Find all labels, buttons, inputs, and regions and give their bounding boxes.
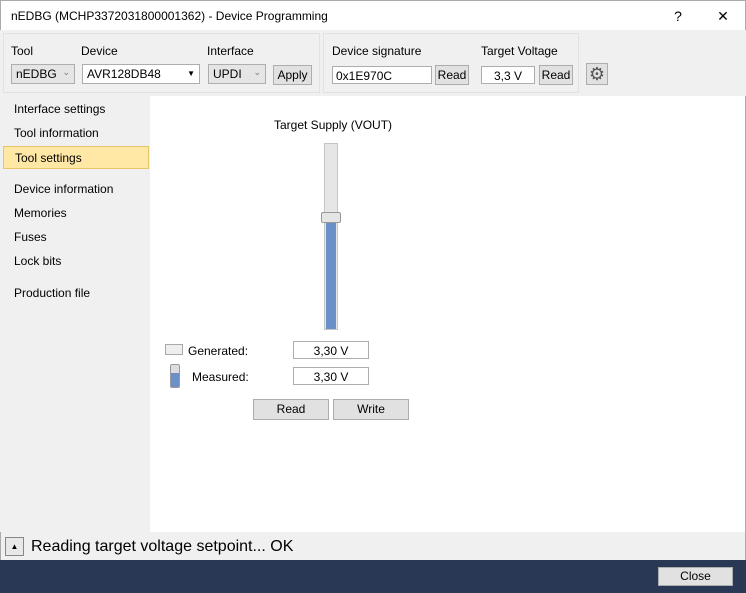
tool-select-value: nEDBG bbox=[16, 67, 57, 81]
gear-icon[interactable]: ⚙ bbox=[586, 63, 608, 85]
slider-fill bbox=[326, 223, 336, 329]
interface-select-value: UPDI bbox=[213, 67, 242, 81]
signature-field[interactable]: 0x1E970C bbox=[332, 66, 432, 84]
close-button[interactable]: Close bbox=[658, 567, 733, 586]
device-select[interactable]: AVR128DB48 ▼ bbox=[82, 64, 200, 84]
device-label: Device bbox=[81, 44, 118, 58]
close-window-button[interactable]: ✕ bbox=[708, 5, 738, 27]
generated-legend-swatch bbox=[165, 344, 183, 355]
apply-button[interactable]: Apply bbox=[273, 65, 312, 85]
sidebar-item-lock-bits[interactable]: Lock bits bbox=[3, 250, 149, 273]
interface-label: Interface bbox=[207, 44, 254, 58]
generated-value: 3,30 V bbox=[293, 341, 369, 359]
toolbar: Tool Device Interface Device signature T… bbox=[0, 30, 746, 96]
voltage-label: Target Voltage bbox=[481, 44, 558, 58]
sidebar-item-production-file[interactable]: Production file bbox=[3, 282, 149, 305]
read-voltage-button[interactable]: Read bbox=[539, 65, 573, 85]
status-bar: ▲ Reading target voltage setpoint... OK bbox=[0, 532, 746, 560]
dropdown-arrow-icon: ▼ bbox=[187, 69, 195, 78]
window-title: nEDBG (MCHP3372031800001362) - Device Pr… bbox=[11, 9, 328, 23]
measured-label: Measured: bbox=[192, 370, 249, 384]
sidebar: Interface settings Tool information Tool… bbox=[0, 96, 150, 532]
title-bar: nEDBG (MCHP3372031800001362) - Device Pr… bbox=[0, 0, 746, 30]
sidebar-item-device-information[interactable]: Device information bbox=[3, 178, 149, 201]
sidebar-item-tool-information[interactable]: Tool information bbox=[3, 122, 149, 145]
status-text: Reading target voltage setpoint... OK bbox=[31, 538, 294, 555]
read-button[interactable]: Read bbox=[253, 399, 329, 420]
device-select-value: AVR128DB48 bbox=[87, 67, 161, 81]
measured-value: 3,30 V bbox=[293, 367, 369, 385]
chevron-down-icon: ⌄ bbox=[253, 67, 261, 77]
voltage-slider[interactable] bbox=[321, 143, 341, 330]
read-signature-button[interactable]: Read bbox=[435, 65, 469, 85]
chevron-down-icon: ⌄ bbox=[62, 67, 70, 77]
slider-title: Target Supply (VOUT) bbox=[274, 118, 393, 132]
sidebar-item-fuses[interactable]: Fuses bbox=[3, 226, 149, 249]
sidebar-item-memories[interactable]: Memories bbox=[3, 202, 149, 225]
sidebar-item-tool-settings[interactable]: Tool settings bbox=[3, 146, 149, 169]
tool-settings-panel: Target Supply (VOUT) Generated: 3,30 V M… bbox=[150, 96, 746, 532]
slider-thumb[interactable] bbox=[321, 212, 341, 223]
sidebar-item-interface-settings[interactable]: Interface settings bbox=[3, 98, 149, 121]
voltage-field[interactable]: 3,3 V bbox=[481, 66, 535, 84]
footer: Close bbox=[0, 560, 746, 593]
write-button[interactable]: Write bbox=[333, 399, 409, 420]
generated-label: Generated: bbox=[188, 344, 249, 358]
measured-legend-swatch bbox=[170, 364, 180, 388]
signature-label: Device signature bbox=[332, 44, 422, 58]
expand-log-button[interactable]: ▲ bbox=[5, 537, 24, 556]
tool-select[interactable]: nEDBG ⌄ bbox=[11, 64, 75, 84]
interface-select[interactable]: UPDI ⌄ bbox=[208, 64, 266, 84]
tool-label: Tool bbox=[11, 44, 34, 58]
help-button[interactable]: ? bbox=[663, 5, 693, 27]
